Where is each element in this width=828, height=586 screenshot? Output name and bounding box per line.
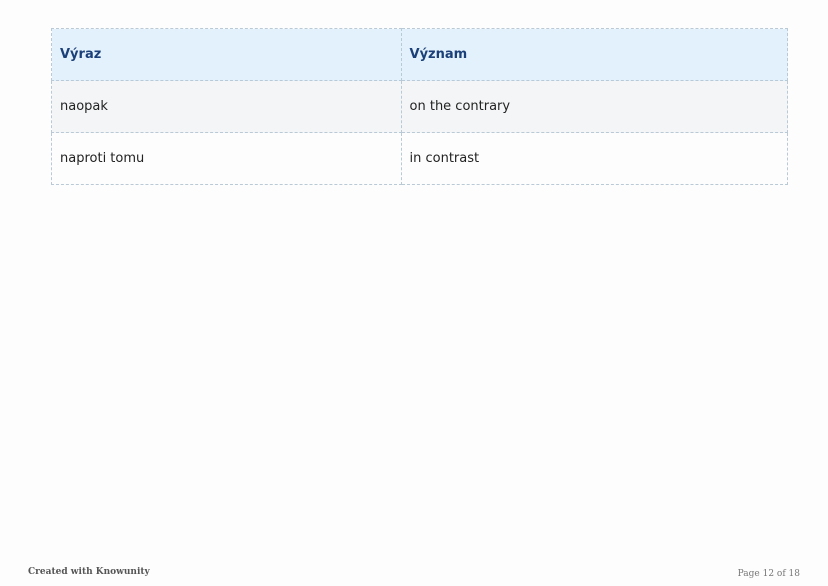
expression-cell: naopak (51, 80, 402, 133)
document-page: Výraz Význam naopak on the contrary napr… (0, 0, 828, 586)
expression-cell: naproti tomu (51, 132, 402, 185)
table-row: naproti tomu in contrast (51, 132, 789, 185)
meaning-cell: on the contrary (400, 80, 789, 133)
column-header-meaning: Význam (400, 28, 789, 81)
column-header-expression: Výraz (51, 28, 402, 81)
footer-credit: Created with Knowunity (28, 567, 150, 577)
table-row: naopak on the contrary (51, 80, 789, 133)
page-indicator: Page 12 of 18 (737, 569, 800, 579)
vocabulary-table: Výraz Význam naopak on the contrary napr… (51, 28, 789, 185)
meaning-cell: in contrast (400, 132, 789, 185)
table-header-row: Výraz Význam (51, 28, 789, 81)
